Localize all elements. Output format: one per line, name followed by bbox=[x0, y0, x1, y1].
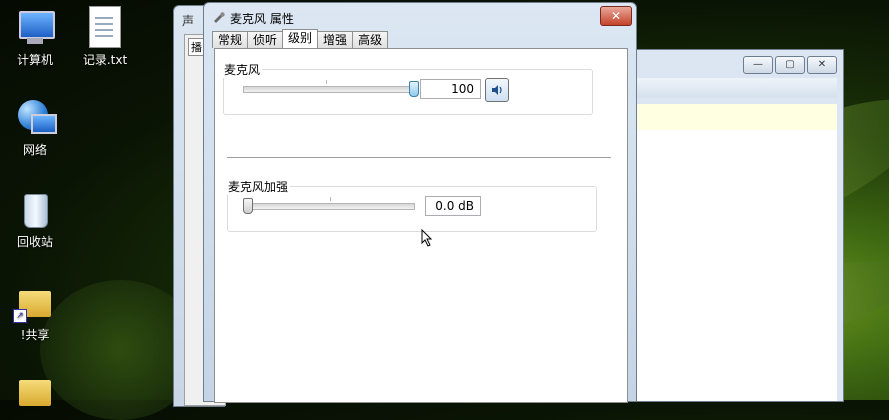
boost-level-value[interactable]: 0.0 dB bbox=[425, 196, 481, 216]
desktop-icon-label: 回收站 bbox=[16, 235, 53, 249]
microphone-slider-track bbox=[243, 86, 415, 93]
recycle-bin-icon bbox=[15, 190, 55, 230]
desktop-icon-shared-folder[interactable]: ↗ !共享 bbox=[0, 283, 70, 343]
explorer-window[interactable]: — ▢ ✕ bbox=[630, 49, 844, 402]
boost-slider-thumb[interactable] bbox=[243, 198, 253, 214]
desktop-icon-network[interactable]: 网络 bbox=[0, 98, 70, 158]
separator bbox=[227, 157, 611, 159]
computer-icon bbox=[15, 8, 55, 48]
close-button[interactable]: ✕ bbox=[807, 56, 837, 74]
desktop-icon-computer[interactable]: 计算机 bbox=[0, 8, 70, 68]
speaker-icon bbox=[492, 85, 502, 95]
microphone-slider-thumb[interactable] bbox=[409, 81, 419, 97]
folder-icon bbox=[15, 372, 55, 412]
text-file-icon bbox=[89, 6, 121, 48]
mouse-cursor-icon bbox=[421, 229, 433, 247]
microphone-level-value[interactable]: 100 bbox=[420, 79, 481, 99]
slider-tick bbox=[330, 197, 331, 201]
microphone-properties-dialog[interactable]: 麦克风 属性 ✕ 常规 侦听 级别 增强 高级 麦克风 100 麦克风加强 0.… bbox=[203, 2, 637, 403]
tab-general[interactable]: 常规 bbox=[212, 31, 249, 48]
desktop-icon-label: 计算机 bbox=[16, 53, 53, 67]
tab-enhancements[interactable]: 增强 bbox=[317, 31, 354, 48]
slider-tick bbox=[326, 80, 327, 84]
desktop-icon-recycle-bin[interactable]: 回收站 bbox=[0, 190, 70, 250]
dialog-title: 麦克风 属性 bbox=[230, 12, 294, 26]
microphone-boost-label: 麦克风加强 bbox=[226, 178, 291, 195]
explorer-toolbar bbox=[631, 78, 837, 98]
shared-folder-icon: ↗ bbox=[13, 283, 55, 323]
explorer-content bbox=[637, 130, 837, 401]
tab-levels[interactable]: 级别 bbox=[282, 29, 319, 48]
minimize-button[interactable]: — bbox=[743, 56, 773, 74]
tab-listen[interactable]: 侦听 bbox=[247, 31, 284, 48]
desktop-icon-label: 记录.txt bbox=[82, 53, 128, 67]
desktop-icon-label: 网络 bbox=[22, 143, 47, 157]
microphone-icon bbox=[214, 12, 225, 23]
dialog-tabs: 常规 侦听 级别 增强 高级 bbox=[212, 29, 389, 48]
desktop-icon-folder[interactable] bbox=[0, 372, 70, 415]
microphone-label: 麦克风 bbox=[222, 61, 263, 78]
info-bar bbox=[637, 104, 837, 130]
boost-slider-track bbox=[245, 203, 415, 210]
levels-panel: 麦克风 100 麦克风加强 0.0 dB bbox=[214, 48, 628, 403]
desktop-icon-text-file[interactable]: 记录.txt bbox=[70, 6, 140, 68]
mute-button[interactable] bbox=[485, 78, 509, 102]
maximize-button[interactable]: ▢ bbox=[775, 56, 805, 74]
dialog-close-button[interactable]: ✕ bbox=[600, 6, 632, 26]
network-icon bbox=[15, 98, 57, 138]
desktop-icon-label: !共享 bbox=[20, 328, 50, 342]
tab-advanced[interactable]: 高级 bbox=[352, 31, 389, 48]
